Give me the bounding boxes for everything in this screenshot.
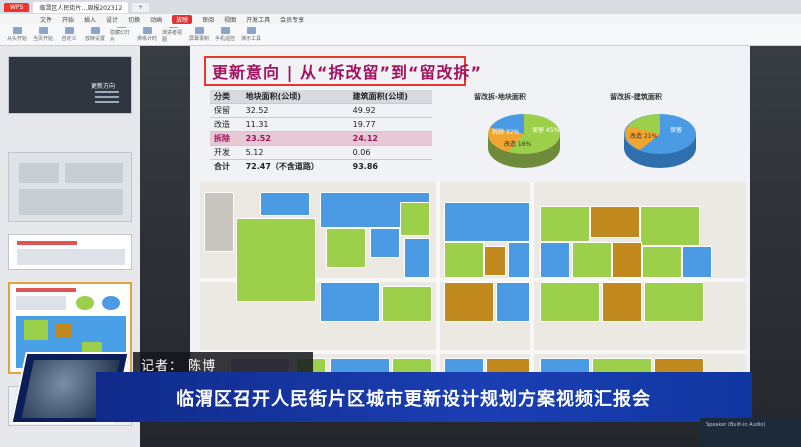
custom-show-icon <box>64 27 74 34</box>
menu-transition[interactable]: 切换 <box>128 15 140 24</box>
toolbar-presenter[interactable]: 演讲者视图 <box>162 26 184 43</box>
news-headline: 临渭区召开人民街片区城市更新设计规划方案视频汇报会 <box>176 389 651 410</box>
menu-file[interactable]: 文件 <box>40 15 52 24</box>
tab-wps[interactable]: WPS <box>4 2 30 12</box>
toolbar-from-current[interactable]: 当页开始 <box>32 27 54 43</box>
menu-design[interactable]: 设计 <box>106 15 118 24</box>
play-icon <box>12 27 22 34</box>
audio-status-text: Speaker (Built-in Audio) <box>706 422 766 428</box>
tools-icon <box>246 27 256 34</box>
menu-developer[interactable]: 开发工具 <box>246 15 270 24</box>
pie-title-land: 留改拆-地块面积 <box>474 93 526 101</box>
pie-label: 改造 21% <box>630 132 658 140</box>
toolbar-hide-slide[interactable]: 隐藏幻灯片 <box>110 26 132 43</box>
slide-title: 更新意向 | 从“拆改留”到“留改拆” <box>212 63 483 82</box>
menu-insert[interactable]: 插入 <box>84 15 96 24</box>
pie-label: 保留 45% <box>532 126 560 134</box>
slide-thumbnail[interactable] <box>8 152 132 222</box>
play-current-icon <box>38 27 48 34</box>
reporter-caption: 记者： 陈博 <box>133 352 313 374</box>
pie-label: 改造 16% <box>504 140 532 148</box>
settings-icon <box>90 27 100 34</box>
table-header: 建筑面积(公顷) <box>348 90 432 104</box>
menu-view[interactable]: 视图 <box>224 15 236 24</box>
table-header: 地块面积(公顷) <box>241 90 349 104</box>
timer-icon <box>142 27 152 34</box>
toolbar-from-start[interactable]: 从头开始 <box>6 27 28 43</box>
menu-bar: 文件 开始 插入 设计 切换 动画 放映 审阅 视图 开发工具 会员专享 <box>0 14 801 24</box>
pie-title-building: 留改拆-建筑面积 <box>610 93 662 101</box>
menu-member[interactable]: 会员专享 <box>280 15 304 24</box>
ribbon-toolbar: 从头开始 当页开始 自定义 放映设置 隐藏幻灯片 排练计时 演讲者视图 屏幕录制… <box>0 24 801 46</box>
menu-home[interactable]: 开始 <box>62 15 74 24</box>
toolbar-custom[interactable]: 自定义 <box>58 27 80 43</box>
menu-review[interactable]: 审阅 <box>202 15 214 24</box>
table-row: 改造 11.31 19.77 <box>210 117 432 132</box>
screen: WPS 临渭区人民街片…周报202312 + 文件 开始 插入 设计 切换 动画… <box>0 0 801 447</box>
title-highlight-frame: 更新意向 | 从“拆改留”到“留改拆” <box>204 56 481 86</box>
remote-icon <box>220 27 230 34</box>
record-icon <box>194 27 204 34</box>
presenter-icon <box>168 26 178 28</box>
toolbar-record[interactable]: 屏幕录制 <box>188 27 210 43</box>
tab-document[interactable]: 临渭区人民街片…周报202312 <box>33 1 129 13</box>
area-table: 分类 地块面积(公顷) 建筑面积(公顷) 保留 32.52 49.92 改造 1… <box>210 90 432 173</box>
table-row: 保留 32.52 49.92 <box>210 103 432 118</box>
pie-chart-land: 拆除 32% 改造 16% 保留 45% <box>488 114 560 168</box>
pie-label: 拆除 32% <box>492 128 520 136</box>
thumbnail-title: 更新方向 <box>91 83 116 90</box>
toolbar-remote[interactable]: 手机遥控 <box>214 27 236 43</box>
table-row-highlighted: 拆除 23.52 24.12 <box>210 131 432 146</box>
news-headline-banner: 临渭区召开人民街片区城市更新设计规划方案视频汇报会 <box>96 372 752 422</box>
toolbar-settings[interactable]: 放映设置 <box>84 27 106 43</box>
hide-slide-icon <box>116 26 126 28</box>
pie-label: 保留 <box>670 126 682 134</box>
audio-status: Speaker (Built-in Audio) <box>700 418 801 447</box>
table-header: 分类 <box>210 90 242 104</box>
window-tabbar: WPS 临渭区人民街片…周报202312 + <box>0 0 801 14</box>
toolbar-tools[interactable]: 演示工具 <box>240 27 262 43</box>
toolbar-rehearse[interactable]: 排练计时 <box>136 27 158 43</box>
slide-thumbnail[interactable] <box>8 234 132 270</box>
menu-slideshow[interactable]: 放映 <box>172 14 193 24</box>
tab-new[interactable]: + <box>132 2 150 12</box>
table-row-total: 合计 72.47（不含道路） 93.86 <box>210 159 432 173</box>
pie-chart-building: 改造 21% 保留 <box>624 114 696 168</box>
table-row: 开发 5.12 0.06 <box>210 145 432 160</box>
slide-thumbnail[interactable]: 更新方向 <box>8 56 132 114</box>
menu-animation[interactable]: 动画 <box>150 15 162 24</box>
